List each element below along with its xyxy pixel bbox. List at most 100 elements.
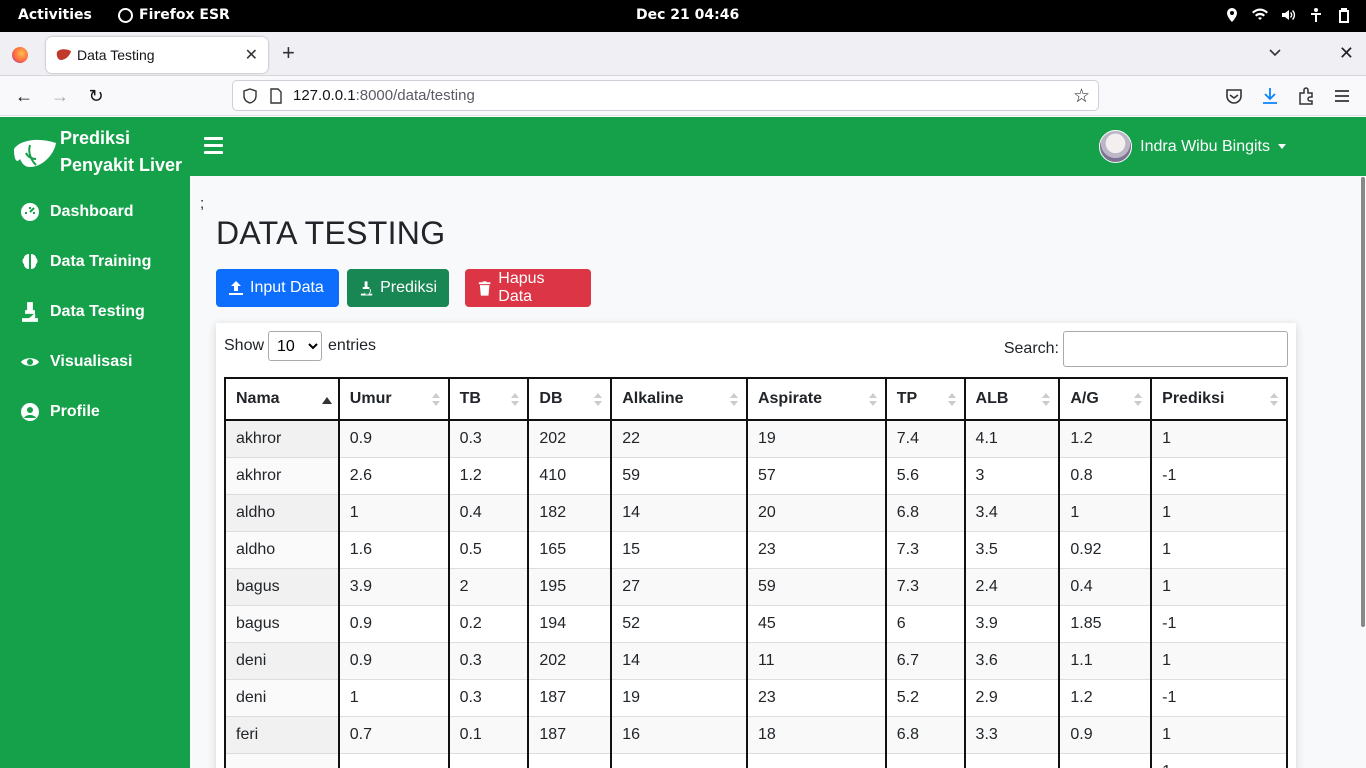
table-header-row: Nama Umur TB DB Alkaline Aspirate TP ALB…: [224, 377, 1288, 421]
table-cell: 1: [1150, 753, 1288, 768]
table-cell: 14: [610, 494, 748, 532]
input-data-button[interactable]: Input Data: [216, 269, 339, 307]
sidebar-item-data-testing[interactable]: Data Testing: [20, 297, 145, 327]
column-header[interactable]: Aspirate: [745, 377, 887, 421]
table-cell: 187: [527, 716, 613, 754]
table-cell: 11: [745, 642, 887, 680]
table-cell: 1: [1058, 494, 1153, 532]
column-header[interactable]: A/G: [1058, 377, 1153, 421]
tab-close-icon[interactable]: ✕: [245, 45, 258, 65]
column-header[interactable]: Alkaline: [610, 377, 748, 421]
url-text[interactable]: 127.0.0.1:8000/data/testing: [293, 87, 475, 104]
column-label: TP: [896, 390, 918, 407]
prediksi-button[interactable]: Prediksi: [347, 269, 449, 307]
table-cell: bagus: [224, 568, 340, 606]
table-cell: 1: [1150, 568, 1288, 606]
column-label: Nama: [236, 390, 280, 407]
reload-icon[interactable]: ↻: [85, 85, 107, 107]
table-cell: 19: [610, 679, 748, 717]
clock[interactable]: Dec 21 04:46: [636, 7, 739, 23]
table-cell: [610, 753, 748, 768]
sidebar-toggle-icon[interactable]: [204, 137, 223, 156]
table-cell: aldho: [224, 494, 340, 532]
search-input[interactable]: [1063, 331, 1288, 367]
table-cell: 20: [745, 494, 887, 532]
list-all-tabs-icon[interactable]: [1268, 45, 1282, 59]
table-cell: 182: [527, 494, 613, 532]
table-row: bagus 0.9 0.2 194 52 45 6 3.9 1.85 -1: [224, 605, 1288, 643]
pocket-icon[interactable]: [1224, 86, 1244, 106]
column-label: DB: [539, 390, 563, 407]
table-cell: aldho: [224, 531, 340, 569]
table-cell: 6.8: [884, 716, 966, 754]
table-row: 1: [224, 753, 1288, 768]
table-cell: 18: [745, 716, 887, 754]
activities-button[interactable]: Activities: [18, 7, 92, 23]
sidebar-item-profile[interactable]: Profile: [20, 397, 100, 427]
system-tray[interactable]: [1224, 7, 1350, 23]
table-row: feri 0.7 0.1 187 16 18 6.8 3.3 0.9 1: [224, 716, 1288, 754]
menu-icon[interactable]: [1332, 86, 1352, 106]
brand[interactable]: Prediksi Penyakit Liver: [12, 125, 182, 179]
downloads-icon[interactable]: [1260, 86, 1280, 106]
table-cell: 3.4: [963, 494, 1061, 532]
sidebar-item-visualisasi[interactable]: Visualisasi: [20, 347, 132, 377]
window-close-icon[interactable]: ✕: [1339, 43, 1354, 64]
bookmark-star-icon[interactable]: ☆: [1073, 85, 1090, 108]
user-dropdown[interactable]: Indra Wibu Bingits: [1099, 130, 1286, 163]
column-header[interactable]: Nama: [224, 377, 340, 421]
back-icon[interactable]: ←: [13, 85, 35, 107]
url-bar[interactable]: 127.0.0.1:8000/data/testing ☆: [232, 80, 1099, 111]
sidebar-item-dashboard[interactable]: Dashboard: [20, 197, 134, 227]
table-cell: 0.4: [447, 494, 530, 532]
user-name: Indra Wibu Bingits: [1140, 137, 1270, 155]
show-label: Show: [224, 337, 265, 354]
microscope-icon: [22, 302, 38, 322]
column-header[interactable]: TB: [447, 377, 530, 421]
tab-data-testing[interactable]: Data Testing ✕: [46, 37, 268, 73]
page-info-icon[interactable]: [269, 88, 283, 104]
table-cell: 0.3: [447, 420, 530, 458]
table-cell: [1058, 753, 1153, 768]
app-name: Firefox ESR: [139, 7, 230, 23]
table-cell: 3: [963, 457, 1061, 495]
sort-asc-icon: [321, 393, 332, 407]
column-header[interactable]: TP: [884, 377, 966, 421]
entries-label: entries: [328, 337, 377, 354]
table-cell: 1: [1150, 716, 1288, 754]
wifi-icon: [1252, 7, 1268, 23]
hapus-data-button[interactable]: Hapus Data: [465, 269, 591, 307]
sort-icon: [729, 393, 738, 407]
shield-icon[interactable]: [242, 88, 258, 104]
table-cell: 0.7: [337, 716, 450, 754]
forward-icon[interactable]: →: [49, 85, 71, 107]
column-header[interactable]: ALB: [963, 377, 1061, 421]
column-header[interactable]: Prediksi: [1150, 377, 1288, 421]
firefox-view-icon[interactable]: [12, 47, 28, 63]
table-cell: akhror: [224, 457, 340, 495]
page-scrollbar[interactable]: [1360, 117, 1366, 768]
user-icon: [21, 403, 39, 421]
table-cell: 59: [610, 457, 748, 495]
new-tab-button[interactable]: +: [282, 42, 295, 64]
table-search: Search:: [1004, 331, 1288, 367]
column-header[interactable]: DB: [527, 377, 613, 421]
table-cell: 0.9: [337, 420, 450, 458]
table-cell: 5.2: [884, 679, 966, 717]
scrollbar-thumb[interactable]: [1361, 177, 1365, 627]
table-cell: 165: [527, 531, 613, 569]
caret-down-icon: [1278, 144, 1286, 149]
entries-select[interactable]: 10: [268, 331, 323, 361]
table-cell: 3.6: [963, 642, 1061, 680]
table-cell: 1: [1150, 642, 1288, 680]
table-row: aldho 1.6 0.5 165 15 23 7.3 3.5 0.92 1: [224, 531, 1288, 569]
column-header[interactable]: Umur: [337, 377, 450, 421]
sidebar-item-data-training[interactable]: Data Training: [20, 247, 151, 277]
table-cell: 0.3: [447, 679, 530, 717]
extensions-icon[interactable]: [1296, 86, 1316, 106]
table-cell: 14: [610, 642, 748, 680]
table-cell: [337, 753, 450, 768]
app-menu[interactable]: Firefox ESR: [118, 7, 230, 23]
avatar: [1099, 130, 1133, 163]
table-cell: 7.4: [884, 420, 966, 458]
